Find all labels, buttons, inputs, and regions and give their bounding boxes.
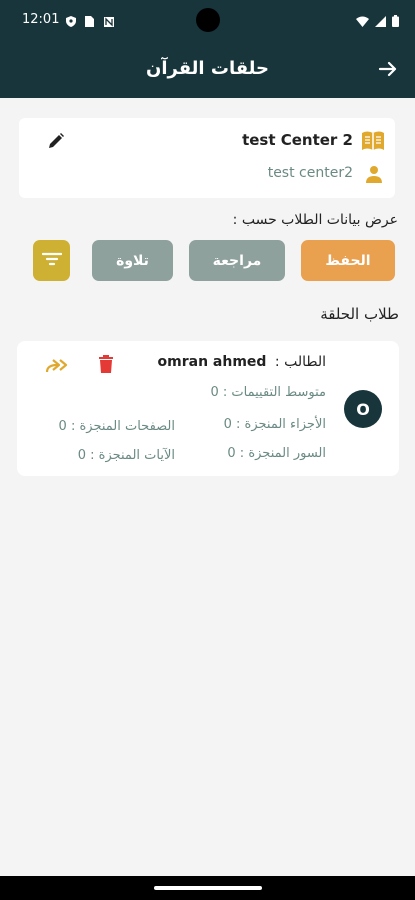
avg-rating: متوسط التقييمات : 0 <box>210 385 326 400</box>
filter-label: عرض بيانات الطلاب حسب : <box>232 212 398 228</box>
shield-icon <box>66 12 76 27</box>
edit-icon[interactable] <box>47 132 65 150</box>
book-icon <box>361 130 385 152</box>
app-header: 12:01 حلقات القرآن <box>0 0 415 98</box>
center-card[interactable]: test Center 2 test center2 <box>19 118 395 198</box>
filter-option-hifz[interactable]: الحفظ <box>301 240 395 281</box>
home-handle[interactable] <box>154 886 262 890</box>
signal-icon <box>375 12 386 31</box>
filter-button[interactable] <box>33 240 70 281</box>
filter-icon <box>41 251 62 270</box>
battery-icon <box>392 12 399 31</box>
filter-option-tilawa[interactable]: تلاوة <box>92 240 173 281</box>
camera-cutout <box>196 8 220 32</box>
student-label: الطالب : <box>274 354 326 370</box>
surah-done: السور المنجزة : 0 <box>227 446 326 461</box>
pages-done: الصفحات المنجزة : 0 <box>58 419 175 434</box>
center-subtitle: test center2 <box>267 165 353 181</box>
arrow-right-icon[interactable] <box>375 56 401 82</box>
status-icons-right <box>356 12 399 31</box>
status-icons-left <box>66 12 114 27</box>
ayat-done: الآيات المنجزة : 0 <box>77 448 175 463</box>
student-card[interactable]: O الطالب : omran ahmed متوسط التقييمات :… <box>17 341 399 476</box>
delete-icon[interactable] <box>98 355 114 373</box>
avatar: O <box>344 390 382 428</box>
student-name-line: الطالب : omran ahmed <box>158 354 326 370</box>
page-title: حلقات القرآن <box>145 58 269 79</box>
notification-icon <box>104 12 114 27</box>
juz-done: الأجزاء المنجزة : 0 <box>223 417 326 432</box>
center-name: test Center 2 <box>242 131 353 149</box>
sim-icon <box>85 12 95 27</box>
person-icon <box>365 165 383 183</box>
status-time: 12:01 <box>22 12 60 27</box>
filter-option-review[interactable]: مراجعة <box>189 240 285 281</box>
system-nav-bar <box>0 876 415 900</box>
student-name: omran ahmed <box>157 354 267 370</box>
wifi-icon <box>356 12 369 31</box>
status-bar: 12:01 <box>0 0 415 40</box>
forward-icon[interactable] <box>45 357 71 373</box>
section-title: طلاب الحلقة <box>320 305 399 323</box>
